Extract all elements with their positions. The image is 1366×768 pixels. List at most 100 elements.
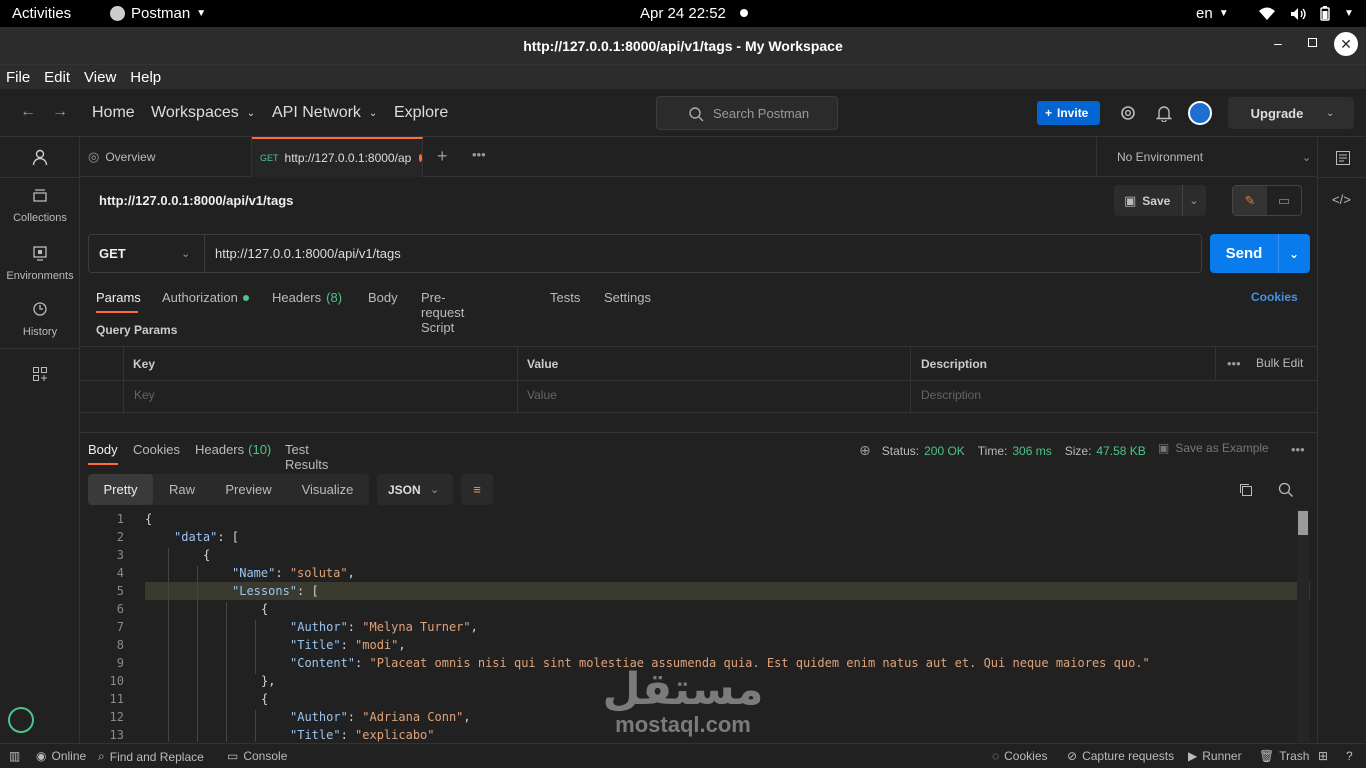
mode-toggle[interactable]: ✎ ▭ [1232,185,1302,216]
tab-prerequest[interactable]: Pre-request Script [421,290,464,335]
settings-gear-icon[interactable] [1119,104,1137,122]
tab-authorization[interactable]: Authorization [162,290,249,305]
activities-button[interactable]: Activities [12,5,71,22]
help-icon[interactable]: ? [1346,749,1353,763]
tab-overview[interactable]: ◎ Overview [80,137,252,177]
more-options-icon[interactable]: ••• [1227,356,1241,371]
sidebar-item-history[interactable]: History [0,301,80,338]
capture-requests-button[interactable]: ⊘ Capture requests [1067,749,1174,763]
menu-view[interactable]: View [84,69,116,86]
forward-arrow-icon[interactable]: → [52,103,68,121]
user-icon[interactable] [32,149,48,166]
online-label: Online [51,749,87,763]
editor-scrollbar[interactable] [1297,509,1309,742]
response-tab-test-results[interactable]: Test Results [285,442,328,472]
cookies-link[interactable]: Cookies [1251,290,1298,304]
response-tab-headers[interactable]: Headers (10) [195,442,271,457]
close-icon[interactable]: ✕ [1334,32,1358,56]
view-pretty[interactable]: Pretty [88,474,153,505]
menu-edit[interactable]: Edit [44,69,70,86]
sidebar-item-environments[interactable]: Environments [0,245,80,282]
app-menu[interactable]: Postman ▼ [110,5,206,22]
time-value[interactable]: 306 ms [1012,444,1051,458]
description-input[interactable]: Description [921,388,981,402]
find-replace-label: Find and Replace [109,749,204,764]
find-replace-button[interactable]: ⌕ Find and Replace [98,749,204,764]
trash-button[interactable]: 🗑 Trash [1259,749,1309,763]
sync-status-icon[interactable] [8,707,34,733]
tab-body[interactable]: Body [368,290,398,305]
save-as-example-button[interactable]: ▣ Save as Example [1158,441,1269,455]
notifications-bell-icon[interactable] [1156,104,1172,122]
two-pane-icon[interactable]: ⊞ [1318,749,1328,763]
invite-button[interactable]: + Invite [1037,101,1100,125]
tab-headers[interactable]: Headers (8) [272,290,342,305]
nav-explore[interactable]: Explore [394,104,448,122]
line-number: 9 [116,656,124,670]
json-string: "Placeat omnis nisi qui sint molestiae a… [369,656,1150,670]
scrollbar-thumb[interactable] [1298,511,1308,535]
send-button[interactable]: Send ⌄ [1210,234,1310,273]
tab-settings[interactable]: Settings [604,290,651,305]
toggle-sidebar-icon[interactable]: ▥ [9,749,20,763]
maximize-icon[interactable] [1308,38,1317,47]
upgrade-button[interactable]: Upgrade ⌄ [1228,97,1354,129]
url-bar: GET ⌄ http://127.0.0.1:8000/api/v1/tags [88,234,1202,273]
url-input[interactable]: http://127.0.0.1:8000/api/v1/tags [215,246,401,261]
nav-home[interactable]: Home [92,104,135,122]
value-input[interactable]: Value [527,388,557,402]
search-input[interactable]: Search Postman [656,96,838,130]
comments-icon[interactable]: ▭ [1267,193,1301,209]
clock[interactable]: Apr 24 22:52 [640,5,726,22]
nav-workspaces[interactable]: Workspaces ⌄ [151,104,255,122]
avatar[interactable] [1188,101,1212,125]
minimize-icon[interactable]: – [1274,35,1282,51]
status-value[interactable]: 200 OK [924,444,965,458]
view-visualize[interactable]: Visualize [286,482,369,497]
tab-active-request[interactable]: GET http://127.0.0.1:8000/ap [252,137,423,177]
environment-quick-look-icon[interactable] [1335,150,1351,166]
response-tab-cookies[interactable]: Cookies [133,442,180,457]
more-tabs-icon[interactable]: ••• [472,147,486,162]
indent-guide [226,692,227,710]
code-line: "Author": "Adriana Conn", [290,710,471,724]
method-select[interactable]: GET ⌄ [89,235,205,272]
cookies-button[interactable]: ◌ Cookies [992,749,1048,763]
tab-params[interactable]: Params [96,290,141,305]
search-icon: ⌕ [98,749,105,763]
console-button[interactable]: ▭ Console [227,749,287,763]
view-preview[interactable]: Preview [211,482,286,497]
search-icon[interactable] [1278,482,1294,498]
new-tab-plus-icon[interactable]: + [437,146,448,167]
sidebar-item-collections[interactable]: Collections [0,187,80,224]
copy-icon[interactable] [1238,482,1254,498]
format-select[interactable]: JSON ⌄ [377,474,453,505]
language-selector[interactable]: en ▼ [1196,5,1229,22]
indent-guide [168,620,169,638]
globe-icon: ⊕ [859,442,871,458]
response-tab-body[interactable]: Body [88,442,118,457]
back-arrow-icon[interactable]: ← [20,103,36,121]
request-name[interactable]: http://127.0.0.1:8000/api/v1/tags [99,193,293,208]
system-tray[interactable]: ▼ [1258,6,1354,21]
online-status[interactable]: ◉ Online [36,749,86,763]
edit-pencil-icon[interactable]: ✎ [1233,186,1267,215]
bulk-edit-button[interactable]: Bulk Edit [1256,356,1303,370]
tab-tests[interactable]: Tests [550,290,580,305]
response-body-editor[interactable]: 1{2 "data": [3{4 "Name": "soluta", 5 "Lesson… [80,509,1317,742]
save-button[interactable]: ▣ Save ⌄ [1114,185,1206,216]
more-options-icon[interactable]: ••• [1291,442,1305,457]
wrap-lines-icon[interactable]: ≡ [461,474,493,505]
menu-file[interactable]: File [6,69,30,86]
sidebar-item-label: History [22,326,58,338]
configure-workbench-icon[interactable] [32,366,48,382]
code-line: "Title": "explicabo" [290,728,435,742]
key-input[interactable]: Key [134,388,155,402]
environment-selector[interactable]: No Environment ⌄ [1096,137,1317,177]
nav-api-network[interactable]: API Network ⌄ [272,104,377,122]
menu-help[interactable]: Help [130,69,161,86]
runner-button[interactable]: ▶ Runner [1188,749,1242,763]
view-raw[interactable]: Raw [153,482,211,497]
code-snippet-icon[interactable]: </> [1332,192,1351,207]
size-value[interactable]: 47.58 KB [1096,444,1145,458]
